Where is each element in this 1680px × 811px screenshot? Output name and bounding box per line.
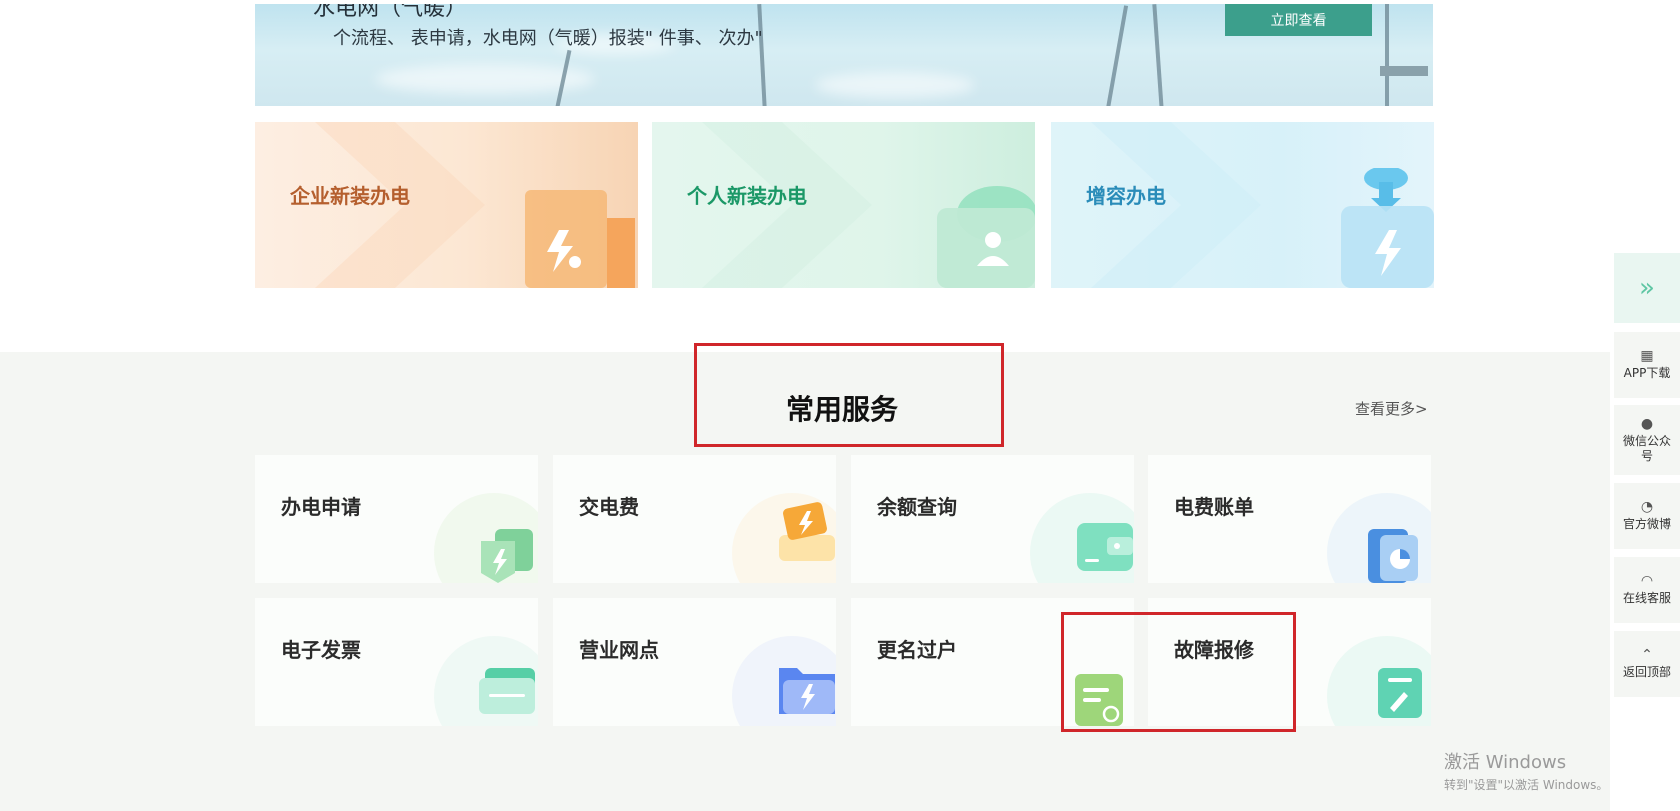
watermark-line2: 转到"设置"以激活 Windows。 [1444,778,1609,792]
weibo-icon: ◔ [1640,499,1654,515]
tile-label: 交电费 [579,495,639,519]
banner-title: 水电网（气暖） [313,4,468,21]
card-enterprise-new-install[interactable]: 企业新装办电 [255,122,638,288]
view-more-link[interactable]: 查看更多> [1355,398,1428,419]
app-download-button[interactable]: ▦ APP下载 [1614,332,1680,398]
highlight-box-title [694,343,1004,447]
tile-label: 电费账单 [1174,495,1254,519]
qr-code-icon: ▦ [1640,348,1654,364]
view-now-button[interactable]: 立即查看 [1225,4,1372,36]
highlight-box-repair [1061,612,1296,732]
windows-activation-watermark: 激活 Windows 转到"设置"以激活 Windows。 [1444,748,1608,793]
headset-icon: ◠ [1640,573,1654,589]
tile-label: 电子发票 [281,638,361,662]
wechat-icon: ● [1640,415,1654,432]
expand-toggle-button[interactable]: » [1614,253,1680,323]
turbine-icon [1380,66,1428,76]
card-personal-new-install[interactable]: 个人新装办电 [652,122,1035,288]
tile-label: 办电申请 [281,495,361,519]
card-label: 个人新装办电 [687,184,807,208]
arrow-up-icon: ⌃ [1641,647,1653,663]
watermark-line1: 激活 Windows [1444,752,1567,773]
tile-label: 更名过户 [877,638,957,662]
lightning-card-icon [481,529,533,583]
service-tile-bill[interactable]: 电费账单 [1148,455,1431,583]
bill-chart-icon [1368,529,1418,583]
promo-banner[interactable]: 水电网（气暖） 个流程、 表申请，水电网（气暖）报装" 件事、 次办" 立即查看 [255,4,1433,106]
service-tile-apply[interactable]: 办电申请 [255,455,538,583]
card-label: 增容办电 [1086,184,1166,208]
folder-lightning-icon [779,668,835,714]
sidebar-item-label: 官方微博 [1622,517,1671,531]
service-tile-balance[interactable]: 余额查询 [851,455,1134,583]
invoice-icon [479,668,535,714]
sidebar-item-label: 返回顶部 [1622,665,1671,679]
double-chevron-right-icon: » [1639,272,1655,303]
sidebar-item-label: APP下载 [1623,366,1671,380]
sidebar-item-label: 在线客服 [1622,591,1671,605]
wechat-button[interactable]: ● 微信公众号 [1614,405,1680,475]
repair-wrench-icon [1378,668,1422,718]
wallet-icon [1077,523,1133,571]
upload-lightning-icon [1341,166,1434,288]
tile-label: 余额查询 [877,495,957,519]
card-label: 企业新装办电 [290,184,410,208]
user-folder-icon [937,184,1035,288]
service-tile-invoice[interactable]: 电子发票 [255,598,538,726]
card-capacity-increase[interactable]: 增容办电 [1051,122,1434,288]
service-tile-outlets[interactable]: 营业网点 [553,598,836,726]
sidebar-item-label: 微信公众号 [1622,433,1671,463]
tile-label: 营业网点 [579,638,659,662]
wallet-lightning-icon [779,502,835,561]
back-to-top-button[interactable]: ⌃ 返回顶部 [1614,631,1680,697]
service-tile-pay[interactable]: 交电费 [553,455,836,583]
customer-service-button[interactable]: ◠ 在线客服 [1614,557,1680,623]
banner-subtitle: 个流程、 表申请，水电网（气暖）报装" 件事、 次办" [333,28,763,49]
lightning-document-icon [525,190,637,288]
weibo-button[interactable]: ◔ 官方微博 [1614,483,1680,549]
